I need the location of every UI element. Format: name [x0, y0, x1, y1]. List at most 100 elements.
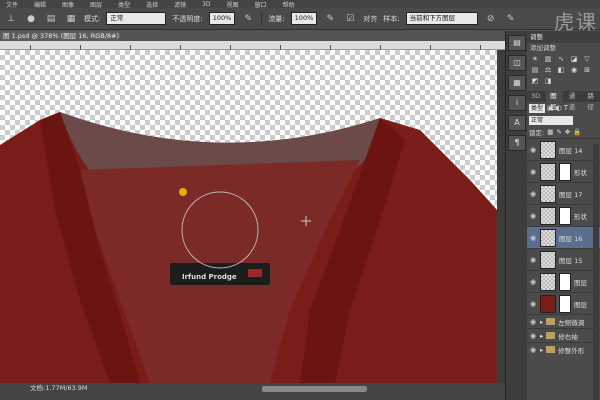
black-white-icon[interactable]: ◧: [556, 66, 566, 74]
invert-icon[interactable]: ◩: [530, 77, 540, 85]
layer-thumbnail: [540, 140, 556, 159]
eye-icon[interactable]: ◉: [529, 168, 537, 176]
character-icon[interactable]: A: [508, 115, 526, 131]
vibrance-icon[interactable]: ▽: [582, 55, 592, 63]
info-icon[interactable]: i: [508, 95, 526, 111]
layer-row-b[interactable]: ◉ 图层: [527, 292, 600, 314]
airbrush-icon[interactable]: ✎: [323, 12, 337, 26]
mode-dropdown[interactable]: 正常: [106, 12, 167, 25]
align-checkbox[interactable]: ☑: [343, 12, 357, 26]
eye-icon[interactable]: ◉: [529, 278, 537, 286]
eye-icon[interactable]: ◉: [529, 190, 537, 198]
layer-group-left-tweak[interactable]: ◉ ▸ 左侧微调: [527, 314, 600, 328]
layer-row-a[interactable]: ◉ 图层: [527, 270, 600, 292]
tab-layers[interactable]: 图层: [546, 91, 563, 111]
photo-filter-icon[interactable]: ◉: [569, 66, 579, 74]
pressure-size-icon[interactable]: ✎: [504, 12, 518, 26]
layer-thumbnail: [540, 250, 556, 269]
layer-name: 图层 14: [559, 146, 583, 155]
brightness-icon[interactable]: ☀: [530, 55, 540, 63]
top-ruler: [0, 41, 505, 50]
paragraph-icon[interactable]: ¶: [508, 135, 526, 151]
exposure-icon[interactable]: ◪: [569, 55, 579, 63]
channel-mixer-icon[interactable]: ⊞: [582, 66, 592, 74]
layer-name: 形状: [574, 212, 587, 221]
brush-size-icon[interactable]: ●: [24, 12, 38, 26]
filter-type-icon[interactable]: T: [564, 104, 568, 112]
eye-icon[interactable]: ◉: [529, 256, 537, 264]
flow-label: 流量:: [268, 14, 285, 23]
sample-dropdown[interactable]: 当前和下方图层: [405, 12, 478, 25]
horizontal-scroll-thumb[interactable]: [262, 386, 367, 392]
lock-move-icon[interactable]: ✥: [565, 128, 570, 136]
sweater-artwork: Irfund Prodge: [0, 112, 497, 383]
layer-name: 图层: [574, 300, 587, 309]
lock-all-icon[interactable]: 🔒: [573, 128, 581, 136]
layer-row-14[interactable]: ◉ 图层 14: [527, 138, 600, 160]
curves-icon[interactable]: ∿: [556, 55, 566, 63]
tab-3d[interactable]: 3D: [527, 91, 544, 102]
layer-thumbnail: [540, 206, 556, 225]
layer-thumbnail: [540, 184, 556, 203]
folder-icon: [546, 346, 556, 353]
expand-arrow-icon[interactable]: ▸: [540, 318, 543, 326]
lock-row: 锁定: ▦ ✎ ✥ 🔒: [527, 126, 600, 138]
layer-row-15[interactable]: ◉ 图层 15: [527, 248, 600, 270]
mode-label: 模式:: [84, 14, 101, 23]
document-canvas[interactable]: Irfund Prodge: [0, 50, 497, 383]
layer-group-right-sleeve[interactable]: ◉ ▸ 修右袖: [527, 328, 600, 342]
blend-row: 正常: [527, 114, 600, 126]
opacity-field[interactable]: 100%: [208, 12, 236, 25]
layer-filter-dropdown[interactable]: 类型: [529, 103, 546, 113]
properties-icon[interactable]: ◫: [508, 55, 526, 71]
right-panel: 调整 添加调整 ☀ ▥ ∿ ◪ ▽ ▤ ⚖ ◧ ◉ ⊞ ◩ ◨ 3D 图层 通道…: [527, 31, 600, 400]
layer-thumbnail: [540, 272, 556, 291]
opacity-pressure-icon[interactable]: ✎: [241, 12, 255, 26]
levels-icon[interactable]: ▥: [543, 55, 553, 63]
lock-brush-icon[interactable]: ✎: [556, 128, 561, 136]
layer-thumbnail: [540, 162, 556, 181]
layers-tabs: 3D 图层 通道 路径: [527, 91, 600, 111]
expand-arrow-icon[interactable]: ▸: [540, 346, 543, 354]
eye-icon[interactable]: ◉: [529, 346, 537, 354]
flow-field[interactable]: 100%: [290, 12, 318, 25]
layer-row-shape-1[interactable]: ◉ 形状: [527, 160, 600, 182]
canvas-vertical-scrollbar[interactable]: [497, 50, 505, 383]
menu-item-3d[interactable]: 3D: [202, 1, 210, 8]
sample-label: 样本:: [383, 14, 400, 23]
blend-mode-dropdown[interactable]: 正常: [529, 115, 573, 125]
layer-group-shape[interactable]: ◉ ▸ 修整外形: [527, 342, 600, 356]
layers-scrollbar[interactable]: [593, 144, 599, 400]
brush-panel-icon[interactable]: ▤: [44, 12, 58, 26]
history-icon[interactable]: ▤: [508, 35, 526, 51]
tab-paths[interactable]: 路径: [583, 91, 600, 111]
eye-icon[interactable]: ◉: [529, 300, 537, 308]
lock-pixels-icon[interactable]: ▦: [547, 128, 553, 136]
layer-name: 图层 16: [559, 234, 583, 243]
options-bar: ⊥ ● ▤ ▦ 模式: 正常 不透明度: 100% ✎ 流量: 100% ✎ ☑…: [0, 8, 600, 30]
swatches-icon[interactable]: ▦: [508, 75, 526, 91]
ignore-adjustment-icon[interactable]: ⊘: [484, 12, 498, 26]
group-name: 左侧微调: [558, 318, 585, 327]
eye-icon[interactable]: ◉: [529, 146, 537, 154]
filter-adjust-icon[interactable]: ◐: [556, 104, 562, 112]
expand-arrow-icon[interactable]: ▸: [540, 332, 543, 340]
clone-stamp-icon[interactable]: ⊥: [4, 12, 18, 26]
posterize-icon[interactable]: ◨: [543, 77, 553, 85]
eye-icon[interactable]: ◉: [529, 332, 537, 340]
color-balance-icon[interactable]: ⚖: [543, 66, 553, 74]
eye-icon[interactable]: ◉: [529, 318, 537, 326]
clone-source-icon[interactable]: ▦: [64, 12, 78, 26]
tab-channels[interactable]: 通道: [565, 91, 582, 111]
label-tag: [248, 269, 262, 277]
hue-icon[interactable]: ▤: [530, 66, 540, 74]
filter-pixel-icon[interactable]: ▣: [547, 104, 554, 112]
eye-icon[interactable]: ◉: [529, 212, 537, 220]
separator: [261, 11, 263, 26]
layer-row-17[interactable]: ◉ 图层 17: [527, 182, 600, 204]
layer-row-shape-2[interactable]: ◉ 形状: [527, 204, 600, 226]
layer-row-16[interactable]: ◉ 图层 16: [527, 226, 600, 248]
eye-icon[interactable]: ◉: [529, 234, 537, 242]
folder-icon: [546, 332, 556, 339]
document-tab[interactable]: 图 1.psd @ 378% (图层 16, RGB/8#) *: [0, 31, 120, 41]
